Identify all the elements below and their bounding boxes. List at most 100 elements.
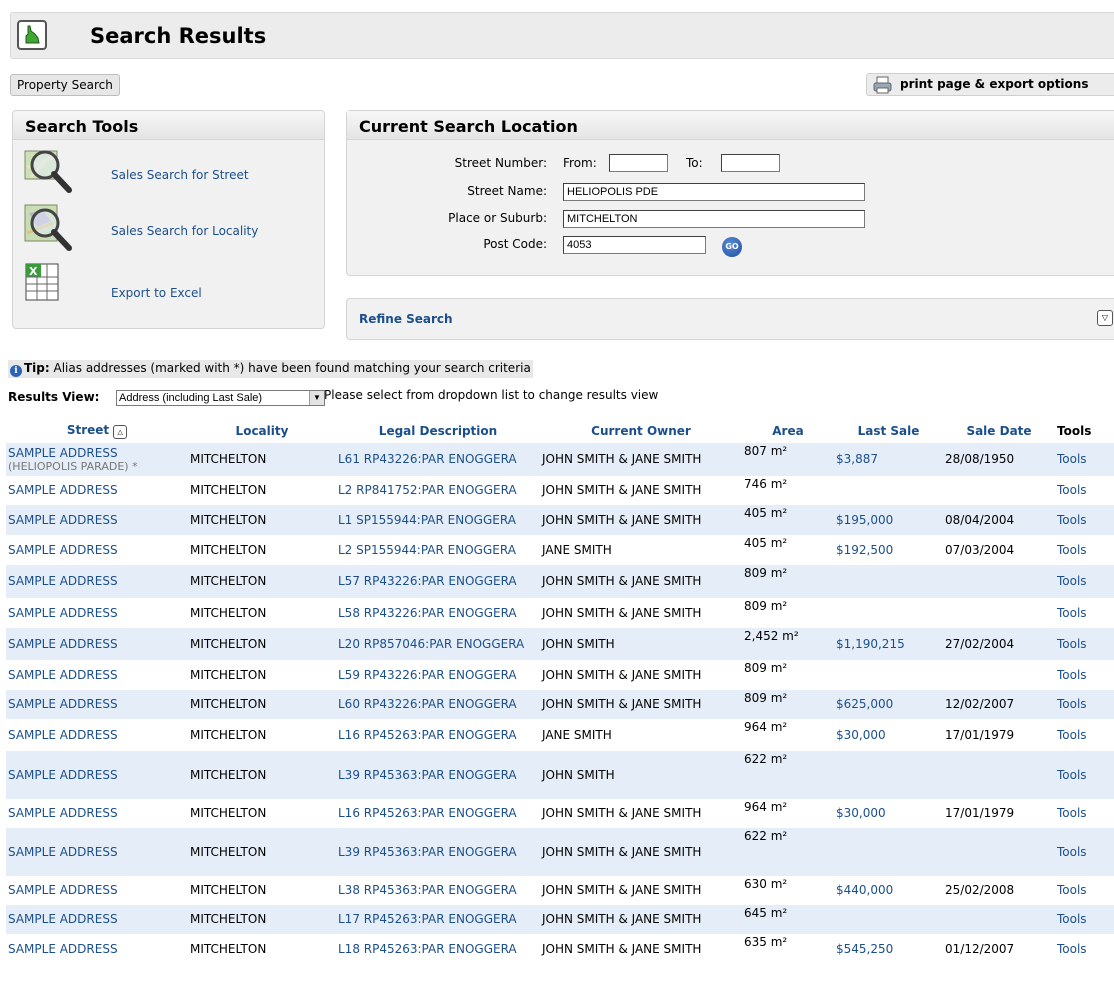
- col-header-sale-date[interactable]: Sale Date: [943, 419, 1055, 443]
- last-sale-cell[interactable]: [834, 598, 943, 628]
- last-sale-cell[interactable]: $440,000: [834, 876, 943, 905]
- street-cell[interactable]: SAMPLE ADDRESS: [6, 905, 188, 934]
- last-sale-cell[interactable]: $195,000: [834, 505, 943, 535]
- street-cell[interactable]: SAMPLE ADDRESS (HELIOPOLIS PARADE) *: [6, 443, 188, 476]
- legal-description-cell[interactable]: L58 RP43226:PAR ENOGGERA: [336, 598, 540, 628]
- street-cell[interactable]: SAMPLE ADDRESS: [6, 598, 188, 628]
- export-excel-link[interactable]: Export to Excel: [111, 286, 202, 300]
- street-name-input[interactable]: [563, 183, 865, 201]
- col-header-locality[interactable]: Locality: [188, 419, 336, 443]
- tools-link[interactable]: Tools: [1055, 799, 1114, 828]
- results-view-select[interactable]: Address (including Last Sale) ▼: [116, 390, 325, 406]
- location-title: Current Search Location: [359, 117, 578, 136]
- tools-link[interactable]: Tools: [1055, 934, 1114, 964]
- street-cell[interactable]: SAMPLE ADDRESS: [6, 535, 188, 565]
- street-cell[interactable]: SAMPLE ADDRESS: [6, 660, 188, 690]
- last-sale-cell[interactable]: [834, 476, 943, 505]
- refine-search-bar[interactable]: Refine Search ▽: [346, 298, 1114, 340]
- suburb-input[interactable]: [563, 210, 865, 228]
- col-header-owner[interactable]: Current Owner: [540, 419, 742, 443]
- legal-description-cell[interactable]: L38 RP45363:PAR ENOGGERA: [336, 876, 540, 905]
- tools-link[interactable]: Tools: [1055, 719, 1114, 751]
- street-cell[interactable]: SAMPLE ADDRESS: [6, 719, 188, 751]
- postcode-input[interactable]: [563, 236, 706, 254]
- dropdown-arrow-icon[interactable]: ▼: [309, 391, 324, 405]
- table-row: SAMPLE ADDRESS MITCHELTON L2 SP155944:PAR …: [6, 535, 1114, 565]
- sale-date-cell: [943, 905, 1055, 934]
- sales-search-street-link[interactable]: Sales Search for Street: [111, 168, 249, 182]
- last-sale-cell[interactable]: [834, 905, 943, 934]
- legal-description-cell[interactable]: L1 SP155944:PAR ENOGGERA: [336, 505, 540, 535]
- street-cell[interactable]: SAMPLE ADDRESS: [6, 876, 188, 905]
- table-row: SAMPLE ADDRESS MITCHELTON L20 RP857046:PAR…: [6, 628, 1114, 660]
- street-number-to-input[interactable]: [721, 154, 780, 172]
- tools-link[interactable]: Tools: [1055, 535, 1114, 565]
- street-cell[interactable]: SAMPLE ADDRESS: [6, 690, 188, 719]
- tools-link[interactable]: Tools: [1055, 660, 1114, 690]
- legal-description-cell[interactable]: L16 RP45263:PAR ENOGGERA: [336, 719, 540, 751]
- legal-description-cell[interactable]: L39 RP45363:PAR ENOGGERA: [336, 751, 540, 799]
- table-row: SAMPLE ADDRESS MITCHELTON L39 RP45363:PAR …: [6, 828, 1114, 876]
- tools-link[interactable]: Tools: [1055, 598, 1114, 628]
- last-sale-cell[interactable]: $3,887: [834, 443, 943, 476]
- last-sale-cell[interactable]: $30,000: [834, 719, 943, 751]
- legal-description-cell[interactable]: L2 SP155944:PAR ENOGGERA: [336, 535, 540, 565]
- street-cell[interactable]: SAMPLE ADDRESS: [6, 751, 188, 799]
- table-row: SAMPLE ADDRESS MITCHELTON L18 RP45263:PAR …: [6, 934, 1114, 964]
- owner-cell: JOHN SMITH & JANE SMITH: [540, 443, 742, 476]
- last-sale-cell[interactable]: $192,500: [834, 535, 943, 565]
- last-sale-cell[interactable]: [834, 565, 943, 598]
- go-button[interactable]: GO: [722, 237, 742, 257]
- last-sale-cell[interactable]: $545,250: [834, 934, 943, 964]
- street-address-link[interactable]: SAMPLE ADDRESS: [8, 446, 186, 460]
- last-sale-cell[interactable]: $625,000: [834, 690, 943, 719]
- legal-description-cell[interactable]: L20 RP857046:PAR ENOGGERA: [336, 628, 540, 660]
- results-body: SAMPLE ADDRESS (HELIOPOLIS PARADE) * MITCH…: [6, 443, 1114, 964]
- street-cell[interactable]: SAMPLE ADDRESS: [6, 628, 188, 660]
- legal-description-cell[interactable]: L61 RP43226:PAR ENOGGERA: [336, 443, 540, 476]
- last-sale-cell[interactable]: [834, 660, 943, 690]
- legal-description-cell[interactable]: L2 RP841752:PAR ENOGGERA: [336, 476, 540, 505]
- legal-description-cell[interactable]: L59 RP43226:PAR ENOGGERA: [336, 660, 540, 690]
- tools-link[interactable]: Tools: [1055, 905, 1114, 934]
- street-cell[interactable]: SAMPLE ADDRESS: [6, 505, 188, 535]
- sale-date-cell: 17/01/1979: [945, 727, 1015, 742]
- expand-down-icon[interactable]: ▽: [1097, 310, 1113, 326]
- sales-search-locality-link[interactable]: Sales Search for Locality: [111, 224, 258, 238]
- legal-description-cell[interactable]: L57 RP43226:PAR ENOGGERA: [336, 565, 540, 598]
- last-sale-cell[interactable]: [834, 828, 943, 876]
- street-cell[interactable]: SAMPLE ADDRESS: [6, 565, 188, 598]
- last-sale-cell[interactable]: $30,000: [834, 799, 943, 828]
- street-number-from-input[interactable]: [609, 154, 668, 172]
- tools-link[interactable]: Tools: [1055, 828, 1114, 876]
- legal-description-cell[interactable]: L39 RP45363:PAR ENOGGERA: [336, 828, 540, 876]
- page-header: Search Results: [10, 12, 1114, 59]
- tools-link[interactable]: Tools: [1055, 751, 1114, 799]
- tools-link[interactable]: Tools: [1055, 476, 1114, 505]
- sort-up-icon[interactable]: △: [113, 425, 128, 439]
- street-cell[interactable]: SAMPLE ADDRESS: [6, 934, 188, 964]
- col-header-last-sale[interactable]: Last Sale: [834, 419, 943, 443]
- tools-link[interactable]: Tools: [1055, 443, 1114, 476]
- legal-description-cell[interactable]: L18 RP45263:PAR ENOGGERA: [336, 934, 540, 964]
- tools-link[interactable]: Tools: [1055, 690, 1114, 719]
- legal-description-cell[interactable]: L60 RP43226:PAR ENOGGERA: [336, 690, 540, 719]
- legal-description-cell[interactable]: L16 RP45263:PAR ENOGGERA: [336, 799, 540, 828]
- print-export-button[interactable]: print page & export options: [866, 73, 1114, 96]
- last-sale-cell[interactable]: $1,190,215: [834, 628, 943, 660]
- col-header-legal[interactable]: Legal Description: [336, 419, 540, 443]
- col-header-street[interactable]: Street △: [6, 419, 188, 443]
- legal-description-cell[interactable]: L17 RP45263:PAR ENOGGERA: [336, 905, 540, 934]
- last-sale-cell[interactable]: [834, 751, 943, 799]
- street-cell[interactable]: SAMPLE ADDRESS: [6, 476, 188, 505]
- col-header-area[interactable]: Area: [742, 419, 834, 443]
- tools-link[interactable]: Tools: [1055, 565, 1114, 598]
- tools-link[interactable]: Tools: [1055, 876, 1114, 905]
- property-search-button[interactable]: Property Search: [10, 74, 120, 96]
- sale-date-cell: 07/03/2004: [945, 542, 1015, 557]
- area-cell: 809 m²: [744, 599, 788, 613]
- tools-link[interactable]: Tools: [1055, 505, 1114, 535]
- street-cell[interactable]: SAMPLE ADDRESS: [6, 799, 188, 828]
- street-cell[interactable]: SAMPLE ADDRESS: [6, 828, 188, 876]
- tools-link[interactable]: Tools: [1055, 628, 1114, 660]
